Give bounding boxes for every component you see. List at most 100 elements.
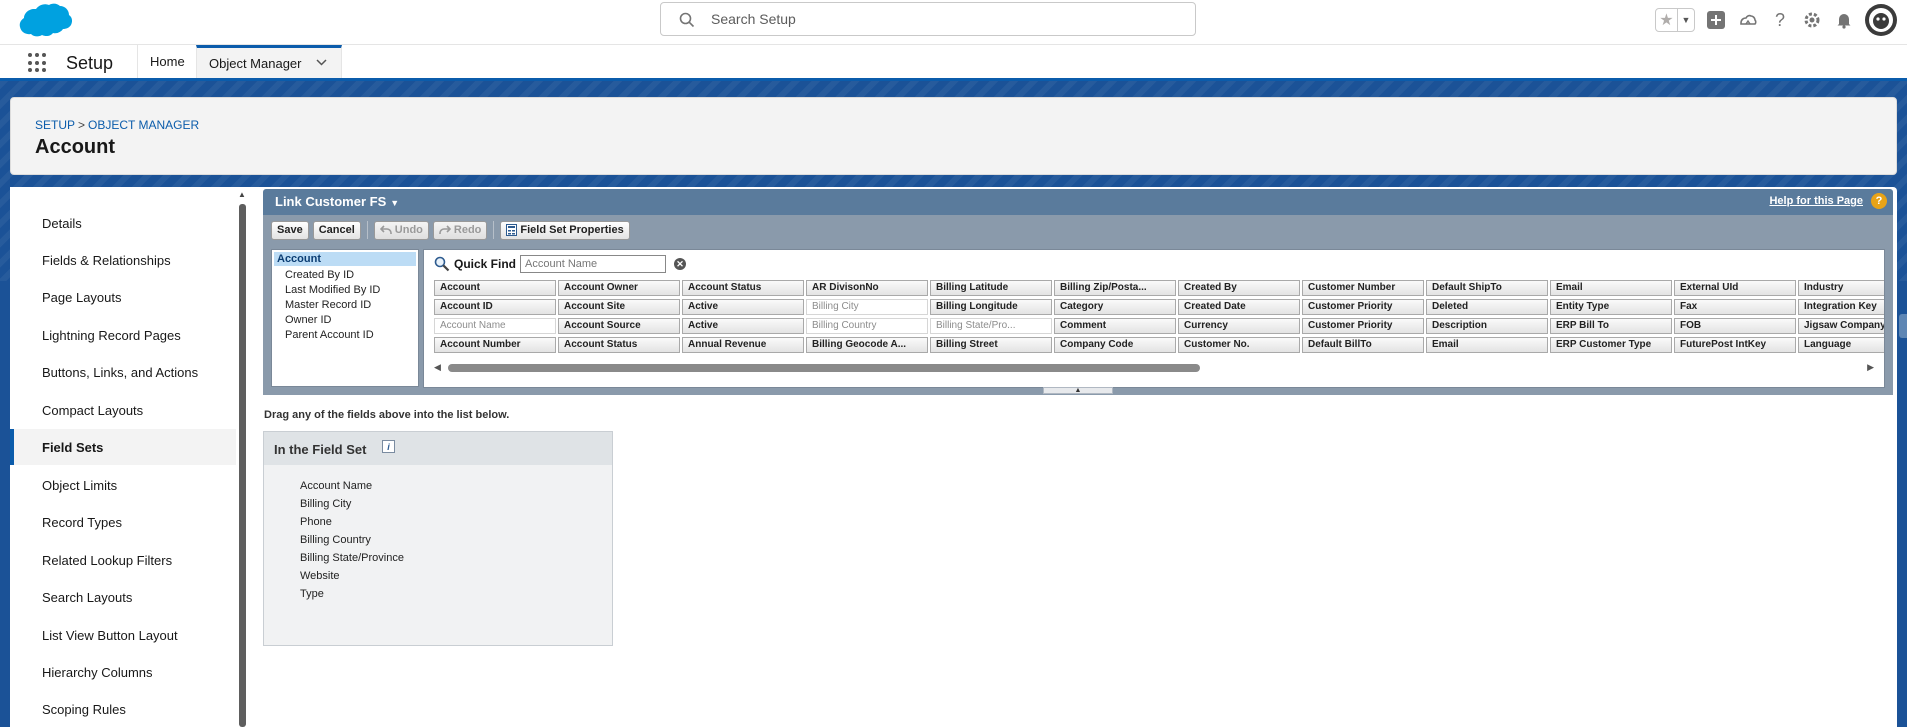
palette-scroll-thumb[interactable] <box>448 364 1200 372</box>
palette-field[interactable]: Account Owner <box>558 280 680 296</box>
breadcrumb-setup[interactable]: SETUP <box>35 118 75 132</box>
palette-field[interactable]: Deleted <box>1426 299 1548 315</box>
redo-button[interactable]: Redo <box>432 220 488 240</box>
sidebar-item-object-limits[interactable]: Object Limits <box>10 467 236 503</box>
palette-field[interactable]: Company Code <box>1054 337 1176 353</box>
user-avatar[interactable] <box>1865 4 1897 36</box>
sidebar-item-list-view-button-layout[interactable]: List View Button Layout <box>10 617 236 653</box>
sidebar-scroll-thumb[interactable] <box>239 204 246 727</box>
palette-field[interactable]: Annual Revenue <box>682 337 804 353</box>
field-set-title-menu[interactable]: Link Customer FS ▼ <box>275 194 399 209</box>
palette-field[interactable]: Billing Latitude <box>930 280 1052 296</box>
palette-field[interactable]: Account Status <box>682 280 804 296</box>
object-tree-item[interactable]: Last Modified By ID <box>272 283 418 298</box>
clear-search-icon[interactable]: ✕ <box>674 258 687 270</box>
palette-field[interactable]: Account Number <box>434 337 556 353</box>
palette-field[interactable]: Billing Longitude <box>930 299 1052 315</box>
scroll-left-arrow-icon[interactable]: ◀ <box>434 362 441 373</box>
sidebar-item-lightning-record-pages[interactable]: Lightning Record Pages <box>10 317 236 353</box>
scroll-up-arrow-icon[interactable]: ▲ <box>237 190 247 200</box>
palette-field[interactable]: ERP Bill To <box>1550 318 1672 334</box>
help-icon[interactable]: ? <box>1769 9 1791 31</box>
palette-field[interactable]: External UId <box>1674 280 1796 296</box>
tab-object-manager[interactable]: Object Manager <box>196 45 342 78</box>
palette-field[interactable]: Currency <box>1178 318 1300 334</box>
palette-field[interactable]: Default BillTo <box>1302 337 1424 353</box>
tab-home[interactable]: Home <box>137 45 197 78</box>
palette-collapse-handle[interactable]: ▲ <box>1043 387 1113 394</box>
palette-field[interactable]: Created By <box>1178 280 1300 296</box>
notifications-bell-icon[interactable] <box>1833 9 1855 31</box>
field-set-item[interactable]: Billing State/Province <box>300 552 404 570</box>
side-panel-tab[interactable] <box>1899 314 1907 338</box>
palette-field[interactable]: Billing State/Pro... <box>930 318 1052 334</box>
palette-field[interactable]: Created Date <box>1178 299 1300 315</box>
field-set-item[interactable]: Phone <box>300 516 404 534</box>
palette-field[interactable]: Jigsaw Company <box>1798 318 1884 334</box>
help-for-this-page-link[interactable]: Help for this Page <box>1769 195 1863 207</box>
palette-field[interactable]: Default ShipTo <box>1426 280 1548 296</box>
favorites-star-icon[interactable]: ★ <box>1656 9 1677 31</box>
sidebar-item-details[interactable]: Details <box>10 205 236 241</box>
palette-field[interactable]: Account Source <box>558 318 680 334</box>
palette-field[interactable]: Billing Country <box>806 318 928 334</box>
palette-field[interactable]: ERP Customer Type <box>1550 337 1672 353</box>
palette-field[interactable]: Active <box>682 318 804 334</box>
sidebar-item-buttons-links-actions[interactable]: Buttons, Links, and Actions <box>10 354 236 390</box>
palette-field[interactable]: Customer No. <box>1178 337 1300 353</box>
field-set-item[interactable]: Billing Country <box>300 534 404 552</box>
sidebar-item-hierarchy-columns[interactable]: Hierarchy Columns <box>10 654 236 690</box>
palette-horizontal-scrollbar[interactable]: ◀ ▶ <box>434 362 1874 374</box>
field-set-item[interactable]: Billing City <box>300 498 404 516</box>
palette-field[interactable]: AR DivisonNo <box>806 280 928 296</box>
sidebar-item-fields-relationships[interactable]: Fields & Relationships <box>10 242 236 278</box>
breadcrumb-object-manager[interactable]: OBJECT MANAGER <box>88 118 199 132</box>
sidebar-scrollbar[interactable]: ▲ <box>237 190 247 727</box>
palette-field[interactable]: Billing Geocode A... <box>806 337 928 353</box>
object-tree-root[interactable]: Account <box>274 252 416 266</box>
object-tree-item[interactable]: Owner ID <box>272 313 418 328</box>
sidebar-item-page-layouts[interactable]: Page Layouts <box>10 279 236 315</box>
palette-field[interactable]: Account <box>434 280 556 296</box>
palette-field[interactable]: Language <box>1798 337 1884 353</box>
palette-field[interactable]: Account ID <box>434 299 556 315</box>
object-tree-item[interactable]: Created By ID <box>272 268 418 283</box>
object-tree-item[interactable]: Parent Account ID <box>272 328 418 343</box>
field-set-item[interactable]: Account Name <box>300 480 404 498</box>
palette-field[interactable]: Billing Street <box>930 337 1052 353</box>
save-button[interactable]: Save <box>271 220 309 240</box>
field-set-item[interactable]: Website <box>300 570 404 588</box>
palette-field[interactable]: Active <box>682 299 804 315</box>
palette-field[interactable]: Integration Key <box>1798 299 1884 315</box>
palette-field[interactable]: Entity Type <box>1550 299 1672 315</box>
sidebar-item-related-lookup-filters[interactable]: Related Lookup Filters <box>10 542 236 578</box>
field-set-item[interactable]: Type <box>300 588 404 606</box>
undo-button[interactable]: Undo <box>373 220 429 240</box>
sidebar-item-compact-layouts[interactable]: Compact Layouts <box>10 392 236 428</box>
palette-field[interactable]: Customer Number <box>1302 280 1424 296</box>
search-input[interactable] <box>711 9 1181 29</box>
palette-field[interactable]: Account Name <box>434 318 556 334</box>
setup-gear-icon[interactable] <box>1801 9 1823 31</box>
palette-field[interactable]: FOB <box>1674 318 1796 334</box>
trailhead-icon[interactable] <box>1737 9 1759 31</box>
palette-field[interactable]: Category <box>1054 299 1176 315</box>
field-set-properties-button[interactable]: Field Set Properties <box>500 220 630 240</box>
palette-field[interactable]: Account Status <box>558 337 680 353</box>
sidebar-item-scoping-rules[interactable]: Scoping Rules <box>10 691 236 727</box>
palette-field[interactable]: Email <box>1550 280 1672 296</box>
palette-field[interactable]: Industry <box>1798 280 1884 296</box>
app-launcher-icon[interactable] <box>28 53 48 73</box>
sidebar-item-search-layouts[interactable]: Search Layouts <box>10 579 236 615</box>
info-icon[interactable]: i <box>382 440 395 453</box>
cancel-button[interactable]: Cancel <box>312 220 361 240</box>
palette-field[interactable]: Billing City <box>806 299 928 315</box>
palette-field[interactable]: Fax <box>1674 299 1796 315</box>
quick-find-input[interactable] <box>520 255 667 273</box>
palette-field[interactable]: Account Site <box>558 299 680 315</box>
palette-field[interactable]: Customer Priority <box>1302 318 1424 334</box>
palette-field[interactable]: Email <box>1426 337 1548 353</box>
sidebar-item-record-types[interactable]: Record Types <box>10 504 236 540</box>
palette-field[interactable]: Billing Zip/Posta... <box>1054 280 1176 296</box>
chevron-down-icon[interactable] <box>315 57 327 69</box>
